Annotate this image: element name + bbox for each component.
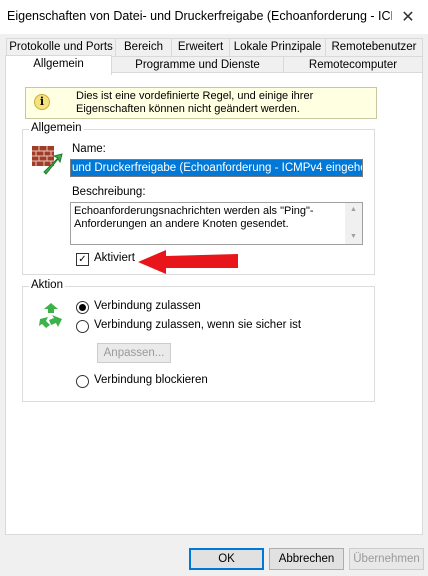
ok-button[interactable]: OK <box>189 548 264 570</box>
description-scrollbar[interactable]: ▲ ▼ <box>345 203 362 244</box>
properties-dialog: Eigenschaften von Datei- und Druckerfrei… <box>0 0 428 576</box>
action-group-label: Aktion <box>29 279 65 291</box>
close-button[interactable]: ✕ <box>388 0 428 34</box>
name-field[interactable]: und Druckerfreigabe (Echoanforderung - I… <box>70 159 363 177</box>
description-label: Beschreibung: <box>72 186 146 198</box>
window-title: Eigenschaften von Datei- und Druckerfrei… <box>7 9 392 23</box>
action-group: Aktion Verbindung zulassen Verbindung zu… <box>22 279 375 402</box>
close-icon: ✕ <box>401 9 415 26</box>
info-banner: i Dies ist eine vordefinierte Regel, und… <box>25 87 377 119</box>
tab-allgemein[interactable]: Allgemein <box>5 55 112 75</box>
info-icon: i <box>34 94 50 110</box>
tab-remotebenutzer[interactable]: Remotebenutzer <box>325 38 423 56</box>
tab-panel-allgemein: i Dies ist eine vordefinierte Regel, und… <box>5 72 423 535</box>
radio-verbindung-zulassen-sicher[interactable] <box>76 320 89 333</box>
enabled-label: Aktiviert <box>94 252 135 264</box>
apply-button[interactable]: Übernehmen <box>349 548 424 570</box>
customize-button[interactable]: Anpassen... <box>97 343 171 363</box>
info-text: Dies ist eine vordefinierte Regel, und e… <box>76 90 314 115</box>
radio-verbindung-zulassen[interactable] <box>76 301 89 314</box>
title-bar: Eigenschaften von Datei- und Druckerfrei… <box>0 0 428 34</box>
option-verbindung-zulassen: Verbindung zulassen <box>94 300 201 312</box>
firewall-rule-icon <box>32 146 63 175</box>
name-value: und Druckerfreigabe (Echoanforderung - I… <box>71 160 362 176</box>
radio-verbindung-blockieren[interactable] <box>76 375 89 388</box>
option-verbindung-blockieren: Verbindung blockieren <box>94 374 208 386</box>
tab-protokolle-und-ports[interactable]: Protokolle und Ports <box>6 38 116 56</box>
cancel-button[interactable]: Abbrechen <box>269 548 344 570</box>
tab-erweitert[interactable]: Erweitert <box>171 38 230 56</box>
enabled-checkbox[interactable]: ✓ <box>76 253 89 266</box>
tab-bereich[interactable]: Bereich <box>115 38 172 56</box>
annotation-arrow-icon <box>138 250 238 274</box>
scroll-up-icon[interactable]: ▲ <box>345 203 362 217</box>
tab-lokale-prinzipale[interactable]: Lokale Prinzipale <box>229 38 326 56</box>
name-label: Name: <box>72 143 106 155</box>
description-value: Echoanforderungsnachrichten werden als "… <box>74 205 314 230</box>
recycle-arrows-icon <box>39 303 62 328</box>
description-field[interactable]: Echoanforderungsnachrichten werden als "… <box>70 202 363 245</box>
general-group-label: Allgemein <box>29 122 84 134</box>
option-verbindung-zulassen-sicher: Verbindung zulassen, wenn sie sicher ist <box>94 319 302 331</box>
scroll-down-icon[interactable]: ▼ <box>345 230 362 244</box>
